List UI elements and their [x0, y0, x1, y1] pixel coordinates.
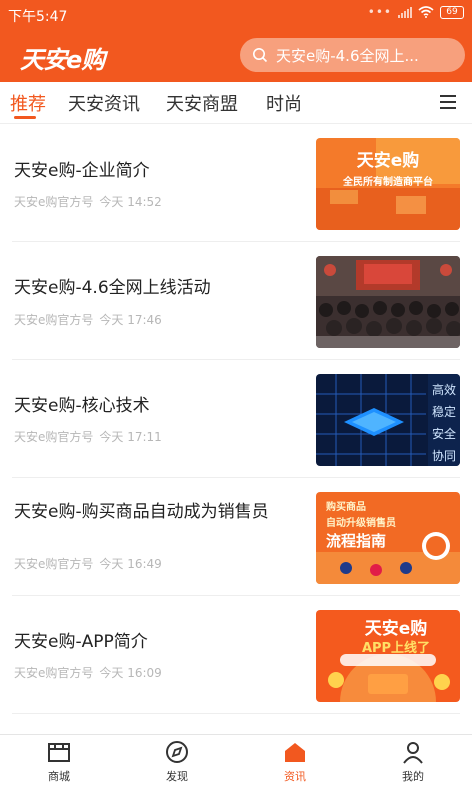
app-logo: 天安e购	[20, 46, 105, 74]
article-time: 今天 14:52	[99, 195, 162, 209]
article-title: 天安e购-购买商品自动成为销售员	[14, 502, 269, 522]
article-time: 今天 16:49	[99, 557, 162, 571]
thumb-text: 安全	[432, 426, 456, 441]
article-thumbnail: 天安e购 APP上线了	[316, 610, 460, 702]
article-title: 天安e购-企业简介	[14, 161, 150, 181]
status-time: 下午5:47	[8, 9, 68, 25]
nav-label: 商城	[48, 770, 70, 783]
thumb-text: 天安e购	[357, 150, 420, 171]
list-item[interactable]: 天安e购-购买商品自动成为销售员 天安e购官方号 今天 16:49 购买商品 自动…	[0, 478, 472, 596]
article-meta: 天安e购官方号 今天 17:46	[14, 311, 162, 328]
nav-profile[interactable]: 我的	[373, 739, 453, 784]
notification-dots-icon: •••	[367, 5, 392, 19]
thumb-text: 全民所有制造商平台	[342, 175, 433, 188]
wifi-icon	[418, 6, 434, 18]
list-item[interactable]: 天安e购-4.6全网上线活动 天安e购官方号 今天 17:46	[0, 242, 472, 360]
article-time: 今天 17:46	[99, 313, 162, 327]
nav-label: 我的	[402, 770, 424, 783]
article-meta: 天安e购官方号 今天 16:09	[14, 664, 162, 681]
menu-icon[interactable]	[440, 95, 456, 109]
signal-icon	[398, 6, 412, 18]
article-time: 今天 16:09	[99, 666, 162, 680]
article-meta: 天安e购官方号 今天 14:52	[14, 193, 162, 210]
status-bar: 下午5:47 ••• 69	[0, 0, 472, 30]
active-tab-indicator	[14, 116, 36, 119]
tab-tianan-alliance[interactable]: 天安商盟	[166, 90, 238, 116]
tab-tianan-news[interactable]: 天安资讯	[68, 90, 140, 116]
article-thumbnail	[316, 256, 460, 348]
shop-icon	[48, 743, 70, 762]
list-item[interactable]: 天安e购-APP简介 天安e购官方号 今天 16:09 天安e购 APP上线了	[0, 596, 472, 714]
article-meta: 天安e购官方号 今天 16:49	[14, 555, 162, 572]
nav-label: 资讯	[284, 770, 306, 783]
list-item[interactable]: 天安e购-核心技术 天安e购官方号 今天 17:11 高效 稳定 安全 协同	[0, 360, 472, 478]
article-thumbnail: 购买商品 自动升级销售员 流程指南	[316, 492, 460, 584]
thumb-text: 高效	[432, 382, 456, 397]
search-placeholder: 天安e购-4.6全网上...	[276, 46, 419, 65]
bottom-nav: 商城 发现 资讯 我的	[0, 734, 472, 792]
nav-discover[interactable]: 发现	[137, 739, 217, 784]
battery-icon: 69	[440, 5, 464, 19]
thumb-text: 稳定	[432, 404, 456, 419]
article-title: 天安e购-核心技术	[14, 396, 150, 416]
app-header: 下午5:47 ••• 69 天安e购 天安e购-4.6全网上...	[0, 0, 472, 82]
article-source: 天安e购官方号	[14, 666, 94, 680]
nav-shop[interactable]: 商城	[19, 739, 99, 784]
article-source: 天安e购官方号	[14, 313, 94, 327]
status-icons: ••• 69	[368, 5, 464, 19]
article-source: 天安e购官方号	[14, 195, 94, 209]
article-thumbnail: 天安e购 全民所有制造商平台	[316, 138, 460, 230]
article-thumbnail: 高效 稳定 安全 协同	[316, 374, 460, 466]
tab-fashion[interactable]: 时尚	[266, 90, 302, 116]
article-source: 天安e购官方号	[14, 557, 94, 571]
article-title: 天安e购-APP简介	[14, 632, 148, 652]
list-item[interactable]: 天安e购-企业简介 天安e购官方号 今天 14:52 天安e购 全民所有制造商平台	[0, 124, 472, 242]
nav-news[interactable]: 资讯	[255, 739, 335, 784]
home-icon	[285, 743, 305, 762]
article-source: 天安e购官方号	[14, 430, 94, 444]
thumb-text: 自动升级销售员	[326, 516, 396, 529]
article-time: 今天 17:11	[99, 430, 162, 444]
thumb-text: 天安e购	[365, 618, 428, 639]
category-tabs: 推荐 天安资讯 天安商盟 时尚	[0, 82, 472, 124]
article-title: 天安e购-4.6全网上线活动	[14, 278, 211, 298]
article-meta: 天安e购官方号 今天 17:11	[14, 428, 162, 445]
user-icon	[403, 742, 423, 764]
thumb-text: 协同	[432, 448, 456, 463]
search-input[interactable]: 天安e购-4.6全网上...	[240, 38, 465, 72]
thumb-text: 流程指南	[326, 532, 386, 550]
search-icon	[253, 48, 268, 63]
thumb-text: APP上线了	[362, 640, 430, 656]
thumb-text: 购买商品	[326, 500, 366, 513]
tab-recommend[interactable]: 推荐	[10, 90, 46, 116]
compass-icon	[166, 741, 188, 763]
nav-label: 发现	[166, 770, 188, 783]
